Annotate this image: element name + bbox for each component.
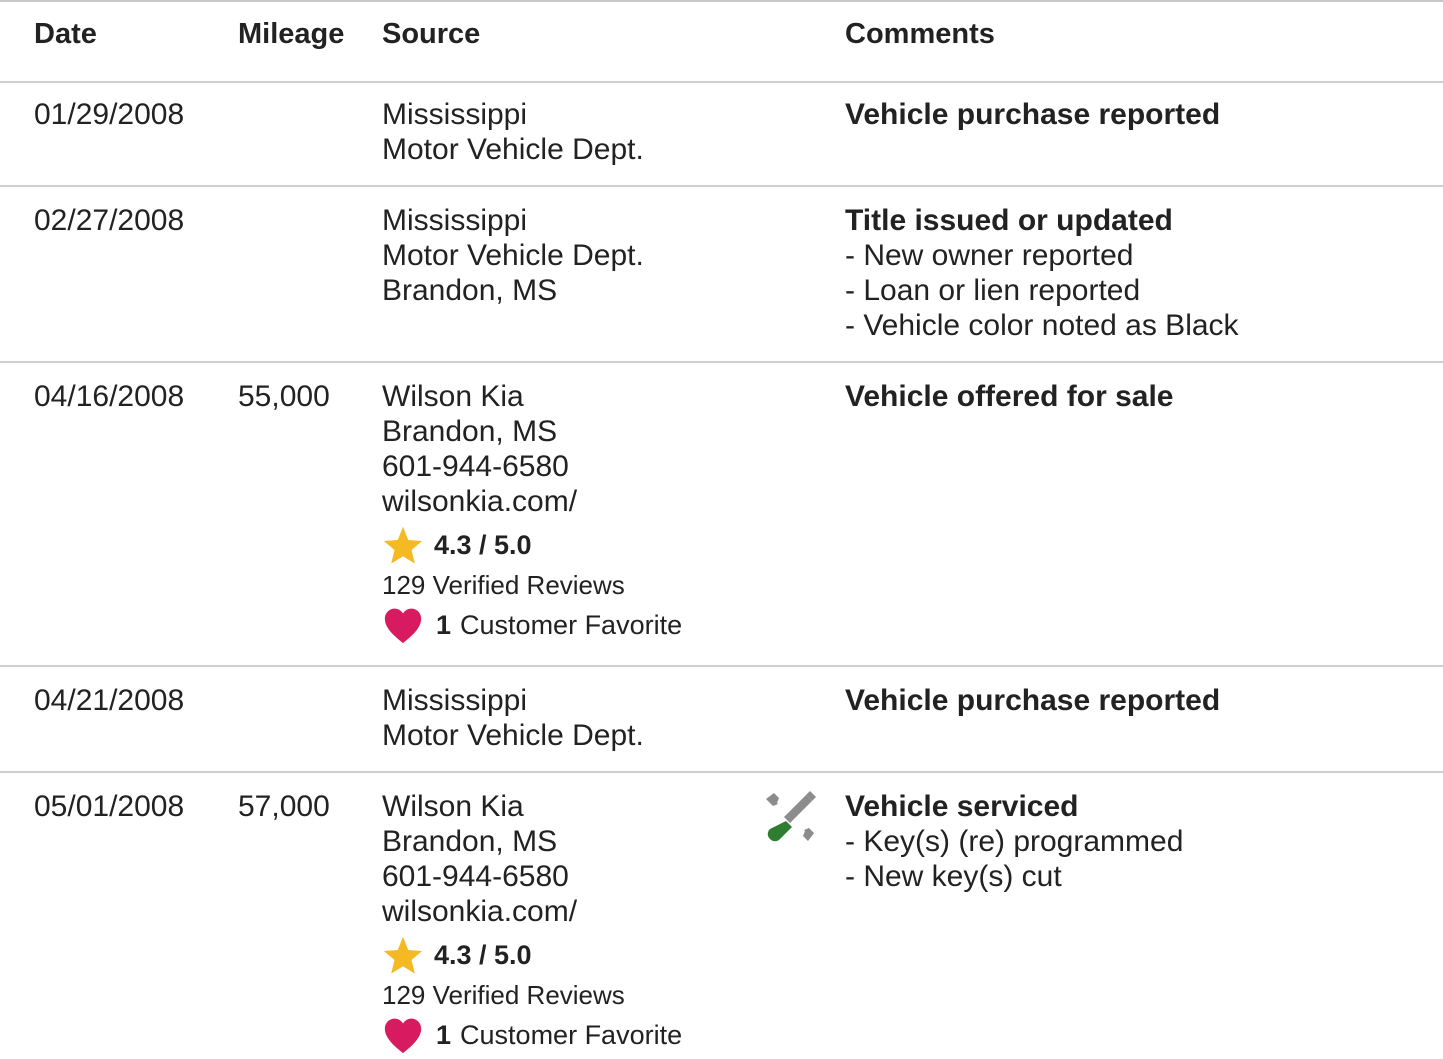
dealer-phone[interactable]: 601-944-6580	[382, 449, 752, 484]
row-source: Wilson Kia Brandon, MS 601-944-6580 wils…	[382, 789, 752, 1057]
comment-item: - Loan or lien reported	[845, 274, 1141, 307]
row-mileage: 55,000	[238, 380, 330, 413]
source-line: Motor Vehicle Dept.	[382, 719, 644, 752]
heart-icon	[382, 1016, 424, 1054]
table-row: 01/29/2008 Mississippi Motor Vehicle Dep…	[0, 83, 1443, 187]
dealer-name[interactable]: Wilson Kia	[382, 379, 752, 414]
star-icon	[382, 525, 424, 565]
dealer-rating[interactable]: 4.3 / 5.0	[382, 933, 752, 977]
comment-item: - Vehicle color noted as Black	[845, 309, 1239, 342]
favorite-count: 1	[436, 1019, 452, 1050]
header-mileage[interactable]: Mileage	[238, 18, 378, 51]
dealer-name[interactable]: Wilson Kia	[382, 789, 752, 824]
comment-item: - Key(s) (re) programmed	[845, 825, 1184, 858]
source-line: Mississippi	[382, 684, 528, 717]
comment-item: - New key(s) cut	[845, 860, 1062, 893]
dealer-location: Brandon, MS	[382, 415, 558, 448]
reviews-link[interactable]: 129 Verified Reviews	[382, 567, 752, 603]
comment-title: Vehicle purchase reported	[845, 684, 1221, 717]
row-comments: Vehicle purchase reported	[845, 683, 1435, 718]
comment-title: Title issued or updated	[845, 204, 1173, 237]
row-date: 04/16/2008	[34, 380, 185, 413]
dealer-website-link[interactable]: wilsonkia.com/	[382, 484, 752, 519]
vehicle-history-table: Date Mileage Source Comments 01/29/2008 …	[0, 0, 1443, 1057]
table-row: 04/21/2008 Mississippi Motor Vehicle Dep…	[0, 667, 1443, 773]
source-line: Mississippi	[382, 204, 528, 237]
customer-favorite: 1 Customer Favorite	[382, 603, 752, 647]
row-date: 01/29/2008	[34, 98, 185, 131]
source-line: Mississippi	[382, 98, 528, 131]
favorite-label: Customer Favorite	[460, 1019, 683, 1050]
row-comments: Vehicle serviced - Key(s) (re) programme…	[845, 789, 1435, 894]
heart-icon	[382, 606, 424, 644]
table-row: 05/01/2008 57,000 Wilson Kia Brandon, MS…	[0, 773, 1443, 1059]
comment-title: Vehicle serviced	[845, 790, 1079, 823]
customer-favorite: 1 Customer Favorite	[382, 1013, 752, 1057]
source-line: Motor Vehicle Dept.	[382, 133, 644, 166]
table-row: 02/27/2008 Mississippi Motor Vehicle Dep…	[0, 187, 1443, 363]
comment-item: - New owner reported	[845, 239, 1134, 272]
service-tools-icon	[760, 789, 830, 847]
comment-title: Vehicle purchase reported	[845, 98, 1221, 131]
header-comments[interactable]: Comments	[845, 18, 1435, 51]
table-row: 04/16/2008 55,000 Wilson Kia Brandon, MS…	[0, 363, 1443, 667]
source-line: Brandon, MS	[382, 274, 558, 307]
header-source[interactable]: Source	[382, 18, 752, 51]
comment-title: Vehicle offered for sale	[845, 380, 1174, 413]
row-source: Mississippi Motor Vehicle Dept.	[382, 683, 752, 753]
reviews-link[interactable]: 129 Verified Reviews	[382, 977, 752, 1013]
dealer-phone[interactable]: 601-944-6580	[382, 859, 752, 894]
dealer-website-link[interactable]: wilsonkia.com/	[382, 894, 752, 929]
source-line: Motor Vehicle Dept.	[382, 239, 644, 272]
table-header: Date Mileage Source Comments	[0, 2, 1443, 83]
row-source: Mississippi Motor Vehicle Dept. Brandon,…	[382, 203, 752, 308]
favorite-label: Customer Favorite	[460, 609, 683, 640]
row-date: 02/27/2008	[34, 204, 185, 237]
rating-value: 4.3 / 5.0	[434, 939, 532, 970]
row-source: Wilson Kia Brandon, MS 601-944-6580 wils…	[382, 379, 752, 647]
row-comments: Title issued or updated - New owner repo…	[845, 203, 1435, 343]
row-mileage: 57,000	[238, 790, 330, 823]
row-date: 04/21/2008	[34, 684, 185, 717]
header-date[interactable]: Date	[34, 18, 229, 51]
row-comments: Vehicle offered for sale	[845, 379, 1435, 414]
rating-value: 4.3 / 5.0	[434, 529, 532, 560]
dealer-location: Brandon, MS	[382, 825, 558, 858]
row-source: Mississippi Motor Vehicle Dept.	[382, 97, 752, 167]
dealer-rating[interactable]: 4.3 / 5.0	[382, 523, 752, 567]
star-icon	[382, 935, 424, 975]
row-comments: Vehicle purchase reported	[845, 97, 1435, 132]
row-date: 05/01/2008	[34, 790, 185, 823]
favorite-count: 1	[436, 609, 452, 640]
